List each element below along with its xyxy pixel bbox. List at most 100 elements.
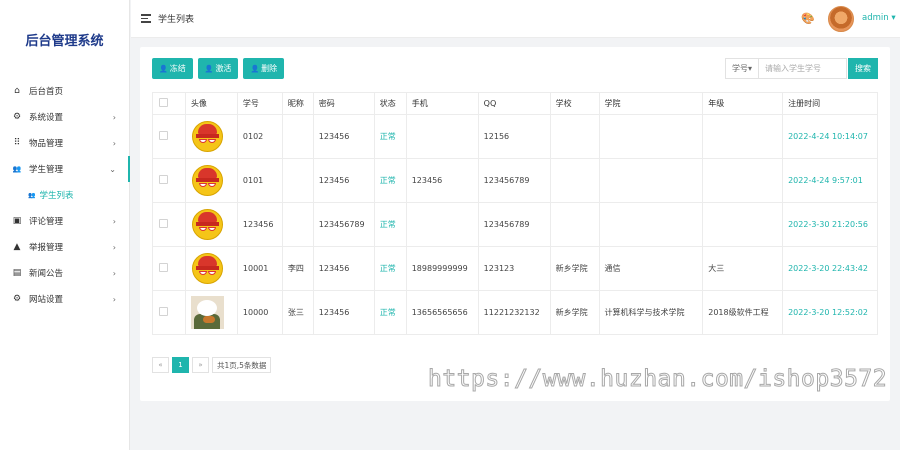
sidebar-item-label: 网站设置 (29, 295, 64, 305)
sidebar-item-goods[interactable]: ⠿ 物品管理 › (0, 130, 129, 156)
column-header: 学号 (236, 92, 283, 115)
sidebar-subitem-student-list[interactable]: 👥 学生列表 (0, 182, 129, 208)
table-row: 10000 张三 123456 正常 13656565656 112212321… (152, 290, 878, 335)
palette-icon[interactable]: 🎨 (801, 12, 815, 25)
row-checkbox[interactable] (159, 307, 168, 316)
gear-icon: ⚙ (12, 294, 22, 304)
sidebar-item-label: 评论管理 (29, 217, 64, 227)
register-time: 2022-3-30 21:20:56 (782, 202, 878, 247)
chevron-down-icon: ⌄ (109, 164, 116, 174)
chevron-right-icon: › (112, 216, 116, 226)
column-header: QQ (477, 92, 551, 115)
search-button[interactable]: 搜索 (848, 58, 878, 79)
college (598, 114, 704, 159)
grade: 2018级软件工程 (702, 290, 784, 335)
column-header: 学院 (598, 92, 704, 115)
user-avatar[interactable] (828, 6, 854, 32)
grade (702, 114, 784, 159)
column-header: 年级 (702, 92, 784, 115)
chevron-right-icon: › (112, 112, 116, 122)
table-row: 0101 123456 正常 123456 123456789 2022-4-2… (152, 158, 878, 203)
sidebar-item-students[interactable]: 👥 学生管理 ⌄ (0, 156, 130, 182)
school (549, 158, 600, 203)
table-row: 10001 李四 123456 正常 18989999999 123123 新乡… (152, 246, 878, 291)
comment-icon: ▣ (12, 216, 22, 226)
phone (405, 202, 479, 247)
search-field-select[interactable]: 学号▾ (725, 58, 759, 79)
qq: 11221232132 (477, 290, 551, 335)
student-id: 10001 (236, 246, 283, 291)
phone: 13656565656 (405, 290, 479, 335)
prev-page-button[interactable]: « (152, 357, 169, 373)
college (598, 158, 704, 203)
sidebar-item-label: 新闻公告 (29, 269, 64, 279)
password: 123456 (312, 246, 375, 291)
news-icon: ▤ (12, 268, 22, 278)
nickname (281, 158, 314, 203)
table-row: 123456 123456789 正常 123456789 2022-3-30 … (152, 202, 878, 247)
menu-toggle-icon[interactable] (141, 12, 151, 25)
sidebar-item-comments[interactable]: ▣ 评论管理 › (0, 208, 129, 234)
warning-icon: ▲ (13, 242, 21, 252)
cartoon-avatar (191, 164, 224, 197)
sidebar-item-system-settings[interactable]: ⚙ 系统设置 › (0, 104, 129, 130)
password: 123456 (312, 114, 375, 159)
college (598, 202, 704, 247)
freeze-label: 冻结 (169, 64, 186, 73)
user-check-icon: 👤 (204, 64, 214, 73)
sidebar-item-site-settings[interactable]: ⚙ 网站设置 › (0, 286, 129, 312)
grade (702, 202, 784, 247)
next-page-button[interactable]: » (192, 357, 209, 373)
status-badge: 正常 (373, 290, 407, 335)
status-badge: 正常 (373, 246, 407, 291)
delete-label: 删除 (261, 64, 278, 73)
student-id: 10000 (236, 290, 283, 335)
sidebar-item-news[interactable]: ▤ 新闻公告 › (0, 260, 129, 286)
users-icon: 👥 (12, 165, 22, 173)
row-checkbox[interactable] (159, 131, 168, 140)
chevron-right-icon: › (112, 242, 116, 252)
sidebar-item-reports[interactable]: ▲ 举报管理 › (0, 234, 129, 260)
activate-button[interactable]: 👤 激活 (197, 58, 239, 79)
watermark: https://www.huzhan.com/ishop3572 (427, 366, 888, 393)
page-button-current[interactable]: 1 (172, 357, 189, 373)
row-checkbox[interactable] (159, 263, 168, 272)
status-badge: 正常 (373, 202, 407, 247)
sidebar-item-label: 物品管理 (29, 139, 64, 149)
sidebar-item-label: 学生列表 (39, 191, 74, 201)
sidebar-item-home[interactable]: ⌂ 后台首页 (0, 78, 129, 104)
avatar-cell (184, 114, 238, 159)
select-all-checkbox[interactable] (159, 98, 168, 107)
activate-label: 激活 (215, 64, 232, 73)
qq: 12156 (477, 114, 551, 159)
row-checkbox[interactable] (159, 175, 168, 184)
row-select-cell (152, 158, 186, 203)
app-logo: 后台管理系统 (25, 33, 104, 49)
register-time: 2022-4-24 9:57:01 (782, 158, 878, 203)
sidebar-item-label: 系统设置 (29, 113, 64, 123)
grade (702, 158, 784, 203)
column-header: 密码 (312, 92, 375, 115)
student-id: 0101 (236, 158, 283, 203)
row-select-cell (152, 246, 186, 291)
password: 123456789 (312, 202, 375, 247)
school: 新乡学院 (549, 246, 600, 291)
password: 123456 (312, 158, 375, 203)
photo-avatar (190, 296, 224, 329)
user-menu[interactable]: admin ▾ (862, 13, 896, 23)
student-id: 123456 (236, 202, 283, 247)
freeze-button[interactable]: 👤 冻结 (152, 58, 193, 79)
column-header: 学校 (549, 92, 600, 115)
pagination: « 1 » 共1页,5条数据 (152, 357, 274, 373)
row-select-cell (152, 114, 186, 159)
delete-button[interactable]: 👤 删除 (243, 58, 285, 79)
search-input[interactable] (759, 58, 847, 79)
register-time: 2022-3-20 12:52:02 (782, 290, 878, 335)
qq: 123456789 (477, 158, 551, 203)
avatar-cell (184, 290, 238, 335)
avatar-cell (184, 202, 238, 247)
status-badge: 正常 (373, 114, 407, 159)
row-checkbox[interactable] (159, 219, 168, 228)
sidebar-item-label: 举报管理 (29, 243, 64, 253)
nickname: 李四 (281, 246, 314, 291)
